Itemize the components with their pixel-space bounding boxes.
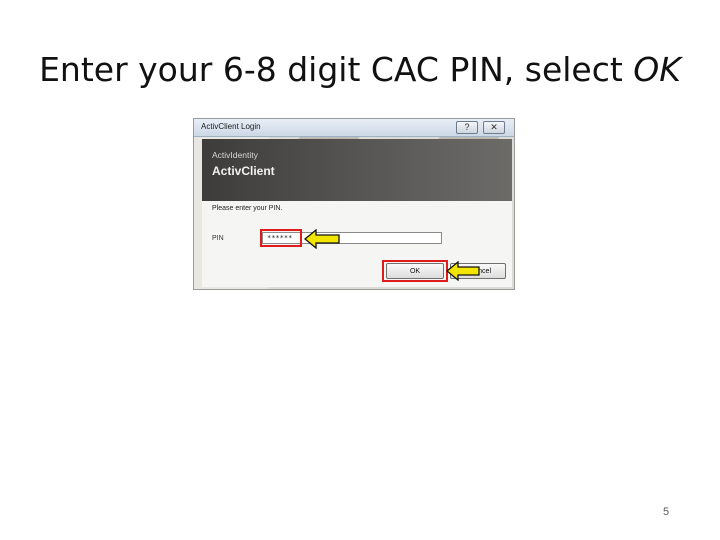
pin-prompt: Please enter your PIN. — [212, 205, 283, 212]
close-button[interactable]: ✕ — [483, 121, 505, 134]
help-button[interactable]: ? — [456, 121, 478, 134]
slide-title-emphasis: OK — [633, 50, 681, 89]
ok-highlight-box — [382, 260, 448, 282]
dialog-titlebar[interactable]: ActivClient Login ? ✕ — [194, 119, 514, 137]
pin-arrow-icon — [304, 229, 340, 249]
brand-text: ActivIdentity — [212, 150, 258, 160]
pin-label: PIN — [212, 235, 224, 242]
ok-arrow-icon — [446, 261, 480, 281]
slide-title-text: Enter your 6-8 digit CAC PIN, select — [39, 50, 634, 89]
dialog-screenshot: ActivClient Login ? ✕ ActivIdentity Acti… — [193, 118, 515, 290]
activclient-banner: ActivIdentity ActivClient — [202, 139, 512, 201]
dialog-title: ActivClient Login — [201, 122, 261, 131]
page-number: 5 — [663, 506, 670, 518]
product-name: ActivClient — [212, 164, 275, 178]
slide-title: Enter your 6-8 digit CAC PIN, select OK — [0, 46, 720, 94]
pin-highlight-box — [260, 229, 302, 247]
